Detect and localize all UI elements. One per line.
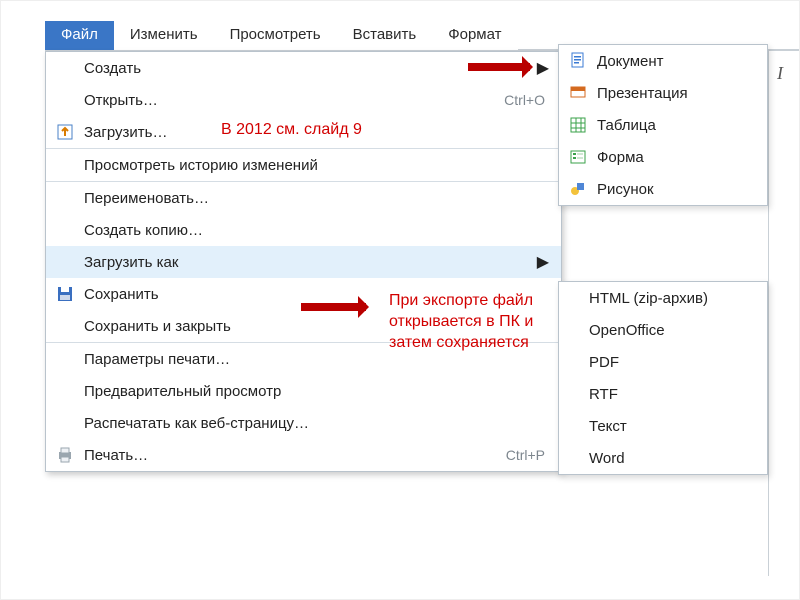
menu-edit[interactable]: Изменить [114,21,214,50]
presentation-icon [565,84,591,102]
save-icon [52,286,78,302]
right-edge-strip: тру I [768,21,799,576]
submenu-arrow-icon: ▶ [537,252,551,272]
document-icon [565,52,591,70]
spreadsheet-icon [565,116,591,134]
create-drawing[interactable]: Рисунок [559,173,767,205]
accel-text: Ctrl+P [506,447,551,463]
submenu-create: Документ Презентация Таблица Форма Рисун… [558,44,768,206]
arrow-icon [301,303,366,311]
file-makecopy[interactable]: Создать копию… [46,214,561,246]
create-document[interactable]: Документ [559,45,767,77]
export-text[interactable]: Текст [559,410,767,442]
file-menu: Создать ▶ Открыть… Ctrl+O Загрузить… Про… [45,51,562,472]
file-history[interactable]: Просмотреть историю изменений [46,149,561,181]
file-rename[interactable]: Переименовать… [46,182,561,214]
form-icon [565,148,591,166]
export-word[interactable]: Word [559,442,767,474]
accel-text: Ctrl+O [504,92,551,108]
export-rtf[interactable]: RTF [559,378,767,410]
create-form[interactable]: Форма [559,141,767,173]
submenu-download-as: HTML (zip-архив) OpenOffice PDF RTF Текс… [558,281,768,475]
toolbar-italic-icon[interactable]: I [777,63,783,84]
annotation-1: В 2012 см. слайд 9 [221,121,362,139]
upload-icon [52,124,78,140]
menu-insert[interactable]: Вставить [337,21,433,50]
export-pdf[interactable]: PDF [559,346,767,378]
annotation-2: При экспорте файл открывается в ПК и зат… [389,291,544,353]
menu-format[interactable]: Формат [432,21,517,50]
export-openoffice[interactable]: OpenOffice [559,314,767,346]
menu-file[interactable]: Файл [45,21,114,50]
file-print-preview[interactable]: Предварительный просмотр [46,375,561,407]
file-open[interactable]: Открыть… Ctrl+O [46,84,561,116]
print-icon [52,447,78,463]
create-spreadsheet[interactable]: Таблица [559,109,767,141]
create-presentation[interactable]: Презентация [559,77,767,109]
export-html[interactable]: HTML (zip-архив) [559,282,767,314]
arrow-icon [468,63,530,71]
drawing-icon [565,180,591,198]
file-download-as[interactable]: Загрузить как ▶ [46,246,561,278]
file-print[interactable]: Печать… Ctrl+P [46,439,561,471]
menu-view[interactable]: Просмотреть [214,21,337,50]
file-print-as-web[interactable]: Распечатать как веб-страницу… [46,407,561,439]
